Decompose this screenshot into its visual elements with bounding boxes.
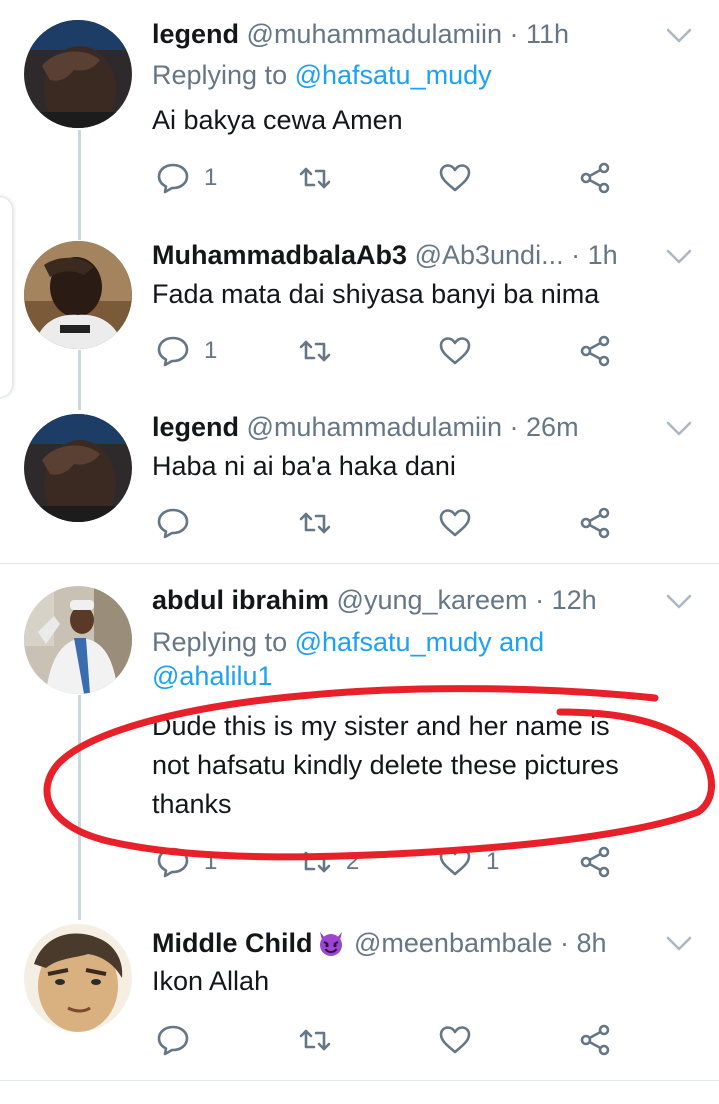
share-button[interactable] bbox=[578, 160, 612, 196]
like-button[interactable] bbox=[438, 505, 486, 541]
reply-icon bbox=[157, 847, 189, 878]
timestamp[interactable]: 11h bbox=[526, 19, 569, 49]
retweet-icon bbox=[299, 512, 331, 534]
reply-button[interactable] bbox=[156, 1022, 204, 1058]
separator: · bbox=[527, 585, 552, 615]
timestamp[interactable]: 26m bbox=[526, 412, 579, 442]
retweet-icon bbox=[299, 1029, 331, 1051]
reply-button[interactable]: 1 bbox=[156, 333, 217, 369]
replying-to: Replying to @hafsatu_mudy bbox=[152, 58, 672, 92]
tweet-text: Ai bakya cewa Amen bbox=[152, 105, 403, 135]
tweet[interactable]: MuhammadbalaAb3 @Ab3undi... · 1h Fada ma… bbox=[0, 215, 719, 385]
reply-count: 1 bbox=[204, 164, 218, 191]
retweet-button[interactable] bbox=[298, 160, 346, 196]
avatar[interactable] bbox=[24, 924, 132, 1032]
chevron-down-icon[interactable] bbox=[665, 26, 693, 46]
tweet[interactable]: legend @muhammadulamiin · 11h Replying t… bbox=[0, 0, 719, 215]
user-name[interactable]: MuhammadbalaAb3 bbox=[152, 240, 407, 270]
avatar[interactable] bbox=[24, 414, 132, 522]
retweet-icon bbox=[299, 851, 331, 873]
tweet-text: Haba ni ai ba'a haka dani bbox=[152, 451, 456, 481]
separator: · bbox=[502, 19, 527, 49]
user-handle[interactable]: @yung_kareem bbox=[337, 585, 528, 615]
chevron-down-icon[interactable] bbox=[665, 247, 693, 267]
like-button[interactable]: 1 bbox=[438, 844, 499, 880]
reply-icon bbox=[157, 163, 189, 194]
reply-count: 1 bbox=[204, 848, 218, 875]
like-button[interactable] bbox=[438, 333, 486, 369]
reply-button[interactable]: 1 bbox=[156, 160, 217, 196]
like-count: 1 bbox=[486, 848, 500, 875]
user-handle[interactable]: @muhammadulamiin bbox=[247, 19, 503, 49]
like-icon bbox=[439, 509, 471, 537]
timestamp[interactable]: 12h bbox=[552, 585, 597, 615]
reply-count: 1 bbox=[204, 337, 218, 364]
retweet-button[interactable] bbox=[298, 333, 346, 369]
reply-icon bbox=[157, 336, 189, 367]
share-icon bbox=[580, 507, 610, 539]
tweet-text-line: thanks bbox=[152, 789, 232, 819]
devil-emoji-icon bbox=[320, 932, 343, 956]
like-icon bbox=[439, 164, 471, 192]
like-icon bbox=[439, 1026, 471, 1054]
user-handle[interactable]: @meenbambale bbox=[354, 928, 553, 958]
replying-to-label: Replying to bbox=[152, 627, 295, 657]
separator: · bbox=[563, 240, 588, 270]
replying-to: Replying to @hafsatu_mudy and @ahalilu1 bbox=[152, 625, 672, 693]
tweet-text: Fada mata dai shiyasa banyi ba nima bbox=[152, 279, 600, 309]
mention-link[interactable]: @hafsatu_mudy and bbox=[295, 627, 545, 657]
like-button[interactable] bbox=[438, 160, 486, 196]
reply-button[interactable] bbox=[156, 505, 204, 541]
like-icon bbox=[439, 337, 471, 365]
reply-icon bbox=[157, 1025, 189, 1056]
tweet-text-line: not hafsatu kindly delete these pictures bbox=[152, 750, 619, 780]
retweet-count: 2 bbox=[346, 848, 360, 875]
retweet-button[interactable] bbox=[298, 1022, 346, 1058]
timestamp[interactable]: 1h bbox=[588, 240, 618, 270]
avatar[interactable] bbox=[24, 586, 132, 694]
tweet-text: Dude this is my sister and her name is n… bbox=[152, 707, 682, 824]
user-name[interactable]: abdul ibrahim bbox=[152, 585, 329, 615]
tweet-text: Ikon Allah bbox=[152, 966, 270, 996]
mention-link[interactable]: @hafsatu_mudy bbox=[295, 60, 492, 90]
separator: · bbox=[552, 928, 577, 958]
retweet-icon bbox=[299, 340, 331, 362]
share-button[interactable] bbox=[578, 333, 612, 369]
divider bbox=[0, 1080, 719, 1081]
tweet[interactable]: legend @muhammadulamiin · 26m Haba ni ai… bbox=[0, 385, 719, 563]
reply-icon bbox=[157, 508, 189, 539]
chevron-down-icon[interactable] bbox=[665, 934, 693, 954]
user-name[interactable]: legend bbox=[152, 412, 239, 442]
like-button[interactable] bbox=[438, 1022, 486, 1058]
share-button[interactable] bbox=[578, 505, 612, 541]
user-name[interactable]: legend bbox=[152, 19, 239, 49]
reply-button[interactable]: 1 bbox=[156, 844, 217, 880]
retweet-button[interactable] bbox=[298, 505, 346, 541]
replying-to-label: Replying to bbox=[152, 60, 295, 90]
share-button[interactable] bbox=[578, 844, 612, 880]
retweet-button[interactable]: 2 bbox=[298, 844, 359, 880]
chevron-down-icon[interactable] bbox=[665, 419, 693, 439]
separator: · bbox=[502, 412, 527, 442]
avatar[interactable] bbox=[24, 20, 132, 128]
chevron-down-icon[interactable] bbox=[665, 592, 693, 612]
share-icon bbox=[580, 335, 610, 367]
share-icon bbox=[580, 1024, 610, 1056]
user-name[interactable]: Middle Child bbox=[152, 928, 312, 958]
mention-link[interactable]: @ahalilu1 bbox=[152, 661, 273, 691]
user-handle[interactable]: @muhammadulamiin bbox=[247, 412, 503, 442]
avatar[interactable] bbox=[24, 241, 132, 349]
timestamp[interactable]: 8h bbox=[577, 928, 607, 958]
share-button[interactable] bbox=[578, 1022, 612, 1058]
tweet[interactable]: Middle Child @meenbambale · 8h Ikon Alla… bbox=[0, 894, 719, 1080]
tweet-text-line: Dude this is my sister and her name is bbox=[152, 711, 610, 741]
share-icon bbox=[580, 846, 610, 878]
tweet[interactable]: abdul ibrahim @yung_kareem · 12h Replyin… bbox=[0, 564, 719, 894]
like-icon bbox=[439, 848, 471, 876]
user-handle[interactable]: @Ab3undi... bbox=[415, 240, 564, 270]
share-icon bbox=[580, 162, 610, 194]
retweet-icon bbox=[299, 167, 331, 189]
